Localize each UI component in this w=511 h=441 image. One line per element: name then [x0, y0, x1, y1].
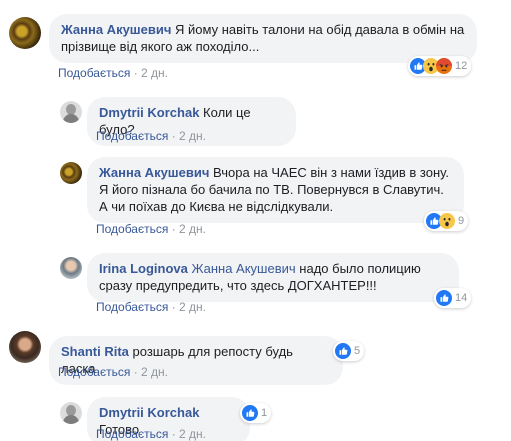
like-button[interactable]: Подобається [96, 300, 168, 314]
comment-author[interactable]: Shanti Rita [61, 344, 129, 359]
comment-author[interactable]: Irina Loginova [99, 261, 188, 276]
reaction-count: 9 [458, 215, 465, 227]
separator: · [171, 427, 176, 441]
avatar[interactable] [60, 162, 82, 184]
comment-author[interactable]: Dmytrii Korchak [99, 405, 199, 420]
comment-bubble: Irina Loginova Жанна Акушевич надо было … [87, 253, 459, 302]
comment-author[interactable]: Жанна Акушевич [99, 165, 209, 180]
comment-actions: Подобається · 2 дн. [96, 300, 206, 314]
reaction-summary[interactable]: 14 [434, 288, 472, 308]
comment-timestamp[interactable]: 2 дн. [179, 427, 206, 441]
reaction-summary[interactable]: 1 [240, 403, 272, 423]
comment-bubble: Жанна Акушевич Вчора на ЧАЕС він з нами … [87, 157, 464, 223]
comment-actions: Подобається · 2 дн. [96, 129, 206, 143]
reaction-summary[interactable]: 12 [408, 56, 472, 76]
reaction-summary[interactable]: 9 [424, 211, 469, 231]
separator: · [133, 365, 138, 379]
angry-reaction-icon [436, 58, 452, 74]
comment-timestamp[interactable]: 2 дн. [141, 66, 168, 80]
comment-author[interactable]: Dmytrii Korchak [99, 105, 199, 120]
comment-actions: Подобається · 2 дн. [58, 365, 168, 379]
comment-timestamp[interactable]: 2 дн. [179, 300, 206, 314]
like-reaction-icon [436, 290, 452, 306]
comment-timestamp[interactable]: 2 дн. [179, 129, 206, 143]
reaction-summary[interactable]: 5 [333, 341, 365, 361]
comment-actions: Подобається · 2 дн. [58, 66, 168, 80]
like-reaction-icon [335, 343, 351, 359]
like-button[interactable]: Подобається [58, 365, 130, 379]
separator: · [171, 129, 176, 143]
comment-timestamp[interactable]: 2 дн. [179, 222, 206, 236]
comment-actions: Подобається · 2 дн. [96, 222, 206, 236]
like-button[interactable]: Подобається [96, 222, 168, 236]
avatar[interactable] [60, 101, 82, 123]
comment-actions: Подобається · 2 дн. [96, 427, 206, 441]
separator: · [171, 300, 176, 314]
like-reaction-icon [242, 405, 258, 421]
avatar[interactable] [60, 257, 82, 279]
separator: · [133, 66, 138, 80]
separator: · [171, 222, 176, 236]
reaction-count: 14 [455, 292, 468, 304]
avatar[interactable] [60, 402, 82, 424]
reaction-count: 12 [455, 60, 468, 72]
reaction-count: 1 [261, 407, 268, 419]
avatar[interactable] [9, 17, 41, 49]
like-button[interactable]: Подобається [96, 427, 168, 441]
comment-timestamp[interactable]: 2 дн. [141, 365, 168, 379]
comment-author[interactable]: Жанна Акушевич [61, 22, 171, 37]
like-button[interactable]: Подобається [96, 129, 168, 143]
avatar[interactable] [9, 331, 41, 363]
reaction-count: 5 [354, 345, 361, 357]
like-button[interactable]: Подобається [58, 66, 130, 80]
wow-reaction-icon [439, 213, 455, 229]
comment-bubble: Жанна Акушевич Я йому навіть талони на о… [49, 14, 477, 63]
comment-mention[interactable]: Жанна Акушевич [191, 261, 295, 276]
